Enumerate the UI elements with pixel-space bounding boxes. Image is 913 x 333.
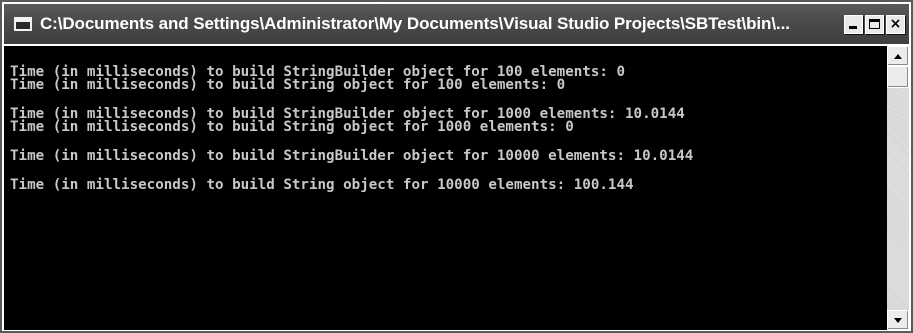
scroll-up-button[interactable] xyxy=(887,46,909,66)
console-app-icon[interactable] xyxy=(14,17,32,31)
arrow-up-icon xyxy=(894,54,902,59)
close-button[interactable]: × xyxy=(886,14,905,34)
console-line: Time (in milliseconds) to build String o… xyxy=(10,119,574,135)
title-bar[interactable]: C:\Documents and Settings\Administrator\… xyxy=(4,4,909,44)
arrow-down-icon xyxy=(894,318,902,323)
scroll-thumb[interactable] xyxy=(887,66,909,88)
scroll-down-button[interactable] xyxy=(887,310,909,330)
window-controls: × xyxy=(844,14,905,34)
console-line: Time (in milliseconds) to build String o… xyxy=(10,177,634,193)
minimize-button[interactable] xyxy=(844,14,863,34)
maximize-button[interactable] xyxy=(865,14,884,34)
window-title: C:\Documents and Settings\Administrator\… xyxy=(40,14,790,33)
console-lines: Time (in milliseconds) to build StringBu… xyxy=(10,65,694,193)
console-line: Time (in milliseconds) to build String o… xyxy=(10,77,566,93)
console-line: Time (in milliseconds) to build StringBu… xyxy=(10,148,694,164)
vertical-scrollbar[interactable] xyxy=(887,46,909,330)
console-window: C:\Documents and Settings\Administrator\… xyxy=(0,0,913,333)
console-output-area[interactable]: Time (in milliseconds) to build StringBu… xyxy=(4,46,887,330)
